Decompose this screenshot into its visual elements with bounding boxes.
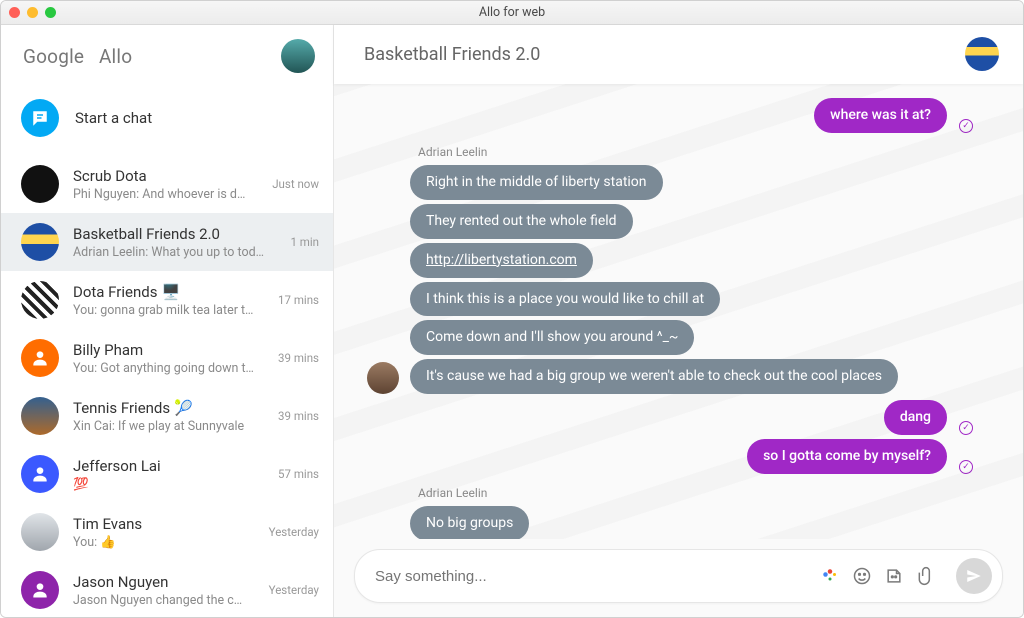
chat-bubble-icon: [21, 99, 59, 137]
chat-avatar[interactable]: [965, 37, 999, 71]
app-brand: Google Allo: [23, 45, 132, 68]
conversation-item[interactable]: Dota Friends 🖥️ You: gonna grab milk tea …: [1, 271, 333, 329]
conversation-preview: You: gonna grab milk tea later tonight w…: [73, 303, 258, 318]
assistant-icon[interactable]: [820, 566, 840, 586]
send-button[interactable]: [956, 558, 992, 594]
incoming-message-bubble[interactable]: http://libertystation.com: [410, 243, 593, 278]
incoming-message-bubble: Right in the middle of liberty station: [410, 165, 663, 200]
conversation-title: Tennis Friends 🎾: [73, 399, 258, 417]
conversation-avatar: [21, 223, 59, 261]
window-title: Allo for web: [1, 5, 1023, 20]
read-receipt-icon: ✓: [959, 421, 973, 435]
conversation-preview: You: 👍: [73, 535, 249, 550]
conversation-timestamp: 1 min: [290, 235, 319, 249]
message-avatar: [367, 362, 399, 394]
sidebar: Google Allo Start a chat Scrub Dota Phi N…: [1, 25, 334, 617]
chat-panel: Basketball Friends 2.0 where was it at? ✓…: [334, 25, 1023, 617]
conversation-timestamp: 57 mins: [278, 467, 319, 481]
conversation-preview: Adrian Leelin: What you up to today?: [73, 245, 270, 260]
conversation-title: Jefferson Lai: [73, 457, 258, 475]
composer: [334, 539, 1023, 617]
conversation-title: Tim Evans: [73, 515, 249, 533]
conversation-preview: Xin Cai: If we play at Sunnyvale: [73, 419, 258, 434]
incoming-message-bubble: I think this is a place you would like t…: [410, 282, 720, 317]
conversation-avatar: [21, 455, 59, 493]
title-emoji: 🖥️: [161, 283, 180, 301]
conversation-avatar: [21, 281, 59, 319]
incoming-message-bubble: Come down and I'll show you around ^_~: [410, 320, 694, 355]
chat-header: Basketball Friends 2.0: [334, 25, 1023, 84]
title-emoji: 🎾: [174, 399, 193, 417]
window-minimize-button[interactable]: [27, 7, 38, 18]
emoji-icon[interactable]: [852, 566, 872, 586]
conversation-timestamp: 17 mins: [278, 293, 319, 307]
conversation-item[interactable]: Basketball Friends 2.0 Adrian Leelin: Wha…: [1, 213, 333, 271]
start-chat-label: Start a chat: [75, 109, 152, 127]
conversation-title: Jason Nguyen: [73, 573, 249, 591]
conversation-avatar: [21, 513, 59, 551]
brand-google: Google: [23, 45, 84, 68]
conversation-title: Basketball Friends 2.0: [73, 225, 270, 243]
conversation-item[interactable]: Tim Evans You: 👍 Yesterday: [1, 503, 333, 561]
conversation-avatar: [21, 339, 59, 377]
user-avatar[interactable]: [281, 39, 315, 73]
conversation-timestamp: 39 mins: [278, 351, 319, 365]
conversation-title: Dota Friends 🖥️: [73, 283, 258, 301]
message-sender: Adrian Leelin: [418, 145, 487, 159]
conversation-preview: You: Got anything going down tonight: [73, 361, 258, 376]
start-chat-button[interactable]: Start a chat: [1, 85, 333, 155]
conversation-item[interactable]: Tennis Friends 🎾 Xin Cai: If we play at S…: [1, 387, 333, 445]
conversation-preview: Jason Nguyen changed the chat theme: [73, 593, 249, 608]
attachment-icon[interactable]: [916, 566, 936, 586]
conversation-preview: Phi Nguyen: And whoever is down: [73, 187, 252, 202]
read-receipt-icon: ✓: [959, 460, 973, 474]
conversation-item[interactable]: Scrub Dota Phi Nguyen: And whoever is dow…: [1, 155, 333, 213]
conversation-timestamp: Yesterday: [269, 525, 319, 539]
conversation-item[interactable]: Jason Nguyen Jason Nguyen changed the cha…: [1, 561, 333, 617]
conversation-timestamp: 39 mins: [278, 409, 319, 423]
conversation-preview: 💯: [73, 477, 258, 492]
compose-field[interactable]: [354, 549, 1003, 603]
conversation-item[interactable]: Billy Pham You: Got anything going down t…: [1, 329, 333, 387]
window-close-button[interactable]: [9, 7, 20, 18]
conversation-title: Billy Pham: [73, 341, 258, 359]
conversation-avatar: [21, 571, 59, 609]
conversation-timestamp: Just now: [272, 177, 319, 191]
sticker-icon[interactable]: [884, 566, 904, 586]
chat-title: Basketball Friends 2.0: [364, 44, 540, 65]
conversation-title: Scrub Dota: [73, 167, 252, 185]
outgoing-message-bubble: where was it at?: [814, 98, 947, 133]
outgoing-message-bubble: dang: [884, 400, 947, 435]
brand-allo: Allo: [99, 45, 132, 68]
incoming-message-bubble: It's cause we had a big group we weren't…: [410, 359, 898, 394]
conversation-timestamp: Yesterday: [269, 583, 319, 597]
message-list: where was it at? ✓ Adrian Leelin Right in t…: [334, 84, 1023, 539]
conversation-list: Scrub Dota Phi Nguyen: And whoever is dow…: [1, 155, 333, 617]
window-titlebar: Allo for web: [1, 1, 1023, 25]
read-receipt-icon: ✓: [959, 119, 973, 133]
window-zoom-button[interactable]: [45, 7, 56, 18]
outgoing-message-bubble: so I gotta come by myself?: [747, 439, 947, 474]
conversation-avatar: [21, 397, 59, 435]
conversation-avatar: [21, 165, 59, 203]
conversation-item[interactable]: Jefferson Lai 💯 57 mins: [1, 445, 333, 503]
incoming-message-bubble: They rented out the whole field: [410, 204, 633, 239]
message-sender: Adrian Leelin: [418, 486, 487, 500]
incoming-message-bubble: No big groups: [410, 506, 529, 539]
compose-input[interactable]: [375, 568, 820, 585]
